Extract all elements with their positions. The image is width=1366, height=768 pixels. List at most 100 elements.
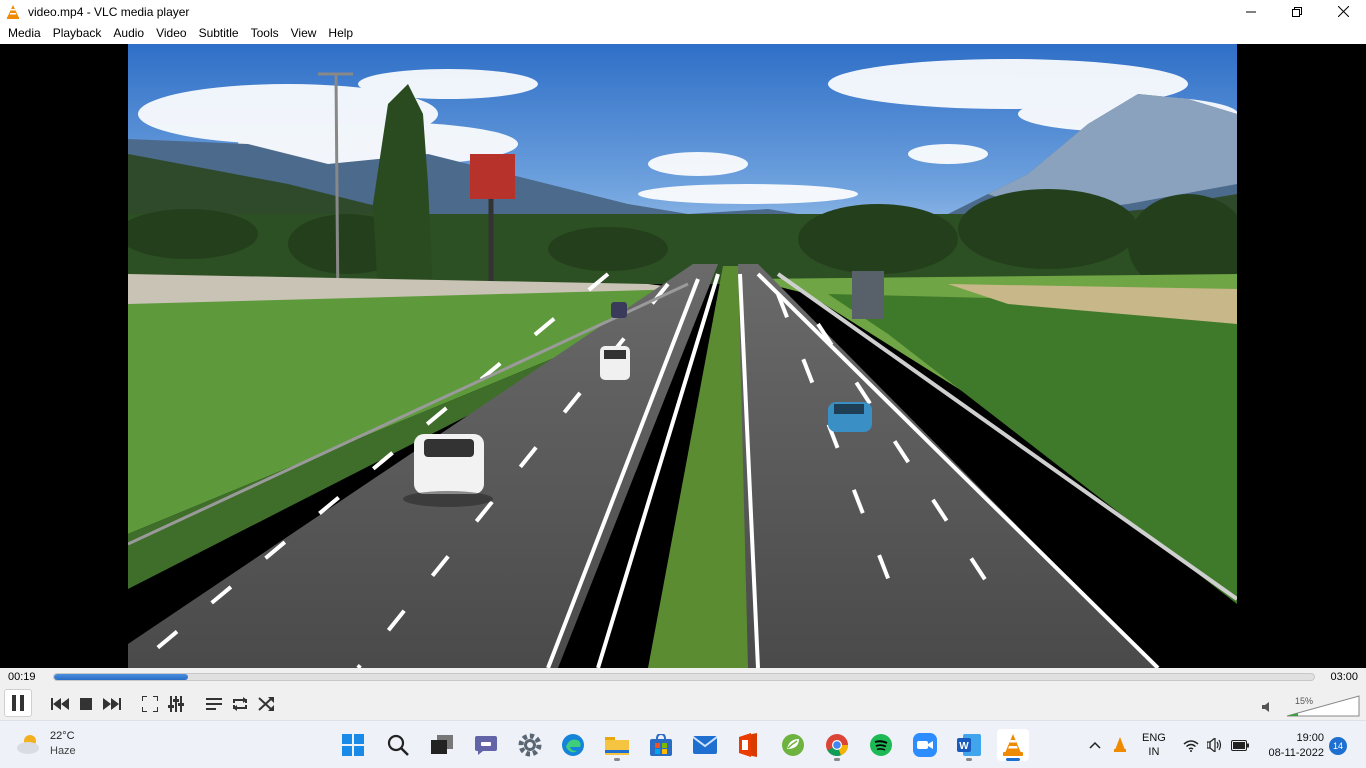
- clock-date: 08-11-2022: [1268, 747, 1324, 759]
- input-language[interactable]: ENG IN: [1142, 731, 1166, 759]
- taskbar-zoom[interactable]: [909, 729, 941, 761]
- vlc-logo-icon: [7, 4, 19, 19]
- speaker-icon: [1207, 738, 1222, 752]
- close-icon: [1337, 6, 1349, 17]
- vlc-tray-icon: [1114, 737, 1126, 752]
- region-code: IN: [1148, 746, 1160, 758]
- menu-subtitle[interactable]: Subtitle: [193, 23, 245, 44]
- zoom-icon: [913, 733, 937, 757]
- file-explorer-icon: [605, 737, 629, 755]
- spotify-icon: [870, 734, 892, 756]
- weather-haze-icon: [17, 735, 39, 754]
- menu-audio[interactable]: Audio: [107, 23, 150, 44]
- close-button[interactable]: [1320, 0, 1366, 23]
- mail-icon: [693, 736, 717, 754]
- taskbar-search[interactable]: [382, 729, 414, 761]
- edge-icon: [562, 734, 584, 756]
- taskbar-spotify[interactable]: [865, 729, 897, 761]
- seek-slider-fill: [54, 674, 188, 680]
- extended-settings-icon: [168, 696, 184, 712]
- menu-media[interactable]: Media: [2, 23, 47, 44]
- clock-time: 19:00: [1296, 732, 1324, 744]
- elapsed-time: 00:19: [8, 671, 36, 683]
- restore-button[interactable]: [1274, 0, 1320, 23]
- next-button[interactable]: [99, 691, 125, 717]
- fullscreen-button[interactable]: [137, 691, 163, 717]
- loop-button[interactable]: [227, 691, 253, 717]
- taskbar-chrome[interactable]: [821, 729, 853, 761]
- teams-chat-icon: [475, 736, 497, 755]
- minimize-icon: [1246, 11, 1256, 12]
- taskbar-edge[interactable]: [557, 729, 589, 761]
- weather-temp: 22°C: [50, 730, 75, 742]
- taskbar-teams-chat[interactable]: [470, 729, 502, 761]
- spring-icon: [782, 734, 804, 756]
- weather-widget[interactable]: 22°C Haze: [16, 729, 76, 759]
- chrome-icon: [826, 734, 849, 757]
- show-hidden-icons-button[interactable]: [1086, 737, 1104, 753]
- notification-badge[interactable]: 14: [1329, 737, 1347, 755]
- tray-network[interactable]: [1182, 736, 1200, 754]
- taskbar-settings[interactable]: [514, 729, 546, 761]
- video-frame: [128, 44, 1237, 668]
- video-area[interactable]: [0, 44, 1366, 668]
- running-indicator: [966, 758, 972, 761]
- wifi-icon: [1183, 739, 1199, 752]
- battery-charging-icon: [1231, 739, 1249, 751]
- previous-button[interactable]: [47, 691, 73, 717]
- title-bar: video.mp4 - VLC media player: [0, 0, 1366, 23]
- settings-icon: [518, 733, 542, 757]
- total-time: 03:00: [1330, 671, 1358, 683]
- menu-playback[interactable]: Playback: [47, 23, 108, 44]
- tray-volume[interactable]: [1206, 736, 1224, 754]
- system-clock[interactable]: 19:00 08-11-2022: [1260, 731, 1324, 761]
- taskbar-microsoft-store[interactable]: [645, 729, 677, 761]
- fullscreen-icon: [142, 696, 158, 712]
- playlist-icon: [206, 698, 222, 710]
- tray-vlc[interactable]: [1110, 735, 1130, 755]
- seek-slider[interactable]: [53, 673, 1315, 681]
- taskbar-word[interactable]: W: [953, 729, 985, 761]
- active-indicator: [1006, 758, 1020, 761]
- shuffle-icon: [258, 697, 274, 711]
- stop-icon: [80, 698, 92, 710]
- taskbar-start[interactable]: [337, 729, 369, 761]
- search-icon: [387, 734, 409, 756]
- menu-bar: Media Playback Audio Video Subtitle Tool…: [0, 23, 1366, 44]
- pause-button[interactable]: [4, 689, 32, 717]
- menu-video[interactable]: Video: [150, 23, 192, 44]
- vlc-icon: [1003, 734, 1023, 756]
- tray-battery[interactable]: [1230, 736, 1250, 754]
- running-indicator: [834, 758, 840, 761]
- loop-icon: [233, 697, 247, 711]
- playlist-button[interactable]: [201, 691, 227, 717]
- microsoft-store-icon: [650, 734, 672, 756]
- menu-help[interactable]: Help: [322, 23, 359, 44]
- taskbar-file-explorer[interactable]: [601, 729, 633, 761]
- stop-button[interactable]: [73, 691, 99, 717]
- taskbar: 22°C Haze W ENG IN 19:00 08-11-2022 14: [0, 720, 1366, 768]
- taskbar-task-view[interactable]: [426, 729, 458, 761]
- taskbar-vlc[interactable]: [997, 729, 1029, 761]
- svg-text:W: W: [959, 741, 969, 752]
- seek-bar-row: 00:19 03:00: [0, 668, 1366, 687]
- shuffle-button[interactable]: [253, 691, 279, 717]
- chevron-up-icon: [1089, 741, 1101, 749]
- taskbar-spring[interactable]: [777, 729, 809, 761]
- menu-tools[interactable]: Tools: [245, 23, 285, 44]
- previous-icon: [51, 698, 69, 710]
- menu-view[interactable]: View: [285, 23, 323, 44]
- window-title: video.mp4 - VLC media player: [28, 4, 190, 19]
- taskbar-office[interactable]: [733, 729, 765, 761]
- minimize-button[interactable]: [1228, 0, 1274, 23]
- taskbar-mail[interactable]: [689, 729, 721, 761]
- weather-condition: Haze: [50, 745, 76, 757]
- extended-settings-button[interactable]: [163, 691, 189, 717]
- word-icon: W: [957, 734, 981, 756]
- pause-icon: [12, 695, 24, 711]
- windows-start-icon: [342, 734, 364, 756]
- volume-slider[interactable]: [1286, 694, 1360, 718]
- volume-icon[interactable]: [1262, 702, 1272, 712]
- language-code: ENG: [1142, 732, 1166, 744]
- player-controls: 15%: [0, 687, 1366, 720]
